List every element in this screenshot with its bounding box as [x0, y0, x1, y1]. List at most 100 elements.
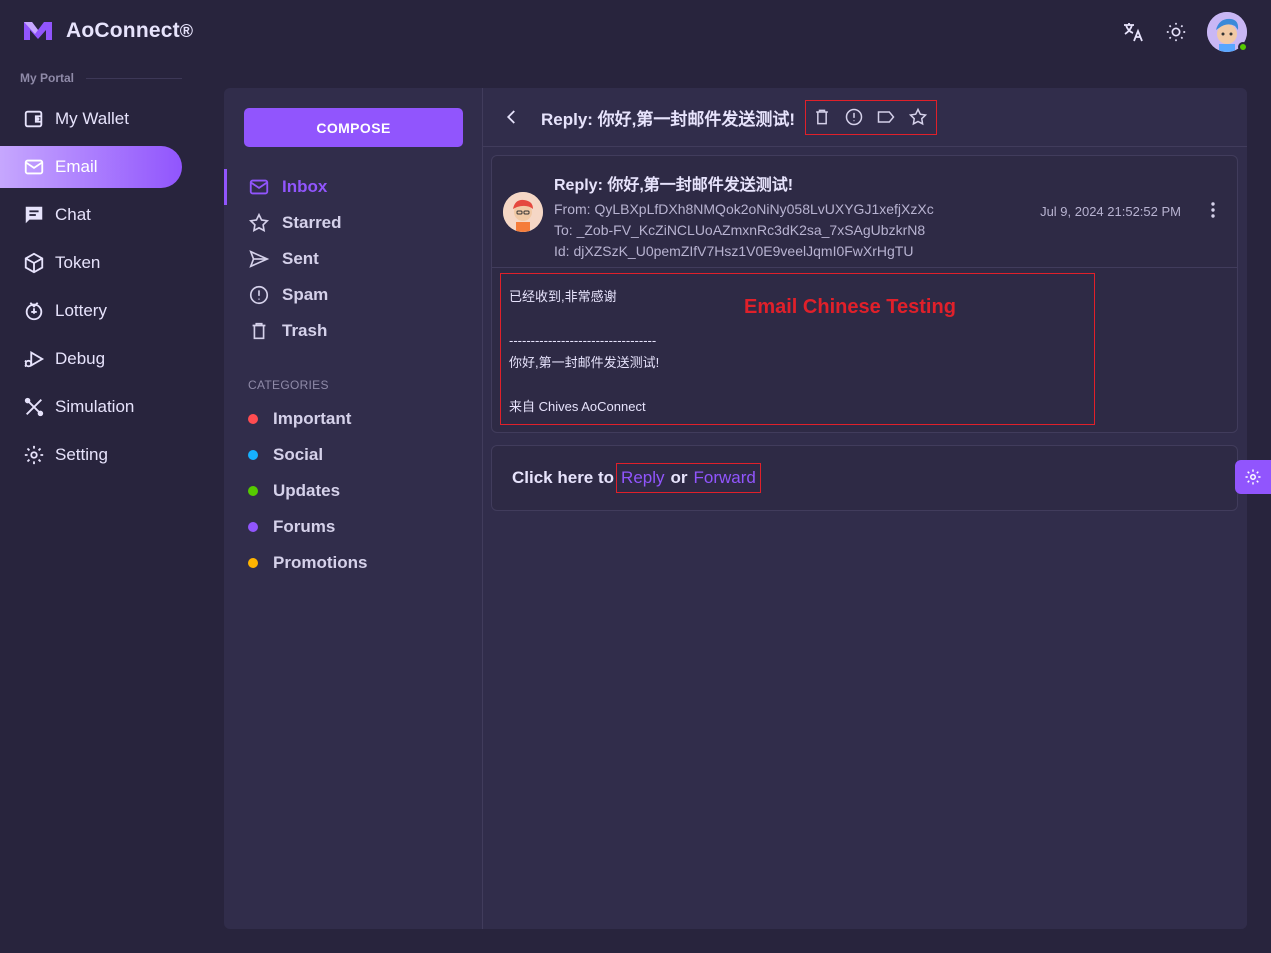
sidebar-item-email[interactable]: Email	[0, 146, 182, 188]
theme-toggle-icon[interactable]	[1165, 21, 1187, 43]
trash-icon	[248, 320, 270, 342]
forward-link[interactable]: Forward	[694, 468, 756, 488]
category-updates[interactable]: Updates	[224, 473, 482, 509]
category-dot	[248, 486, 258, 496]
category-label: Updates	[273, 481, 341, 500]
folder-starred[interactable]: Starred	[224, 205, 482, 241]
category-dot	[248, 522, 258, 532]
sidebar-item-chat[interactable]: Chat	[0, 194, 182, 236]
gear-icon	[1244, 468, 1262, 486]
folder-trash[interactable]: Trash	[224, 313, 482, 349]
star-icon	[248, 212, 270, 234]
brand[interactable]: AoConnect®	[22, 18, 193, 44]
folder-label: Trash	[282, 321, 328, 340]
category-label: Social	[273, 445, 324, 464]
category-forums[interactable]: Forums	[224, 509, 482, 545]
back-chevron-icon[interactable]	[503, 108, 521, 126]
email-header-subject: Reply: 你好,第一封邮件发送测试!	[541, 109, 796, 129]
logo-icon	[22, 18, 54, 44]
reply-link[interactable]: Reply	[621, 468, 664, 488]
user-avatar[interactable]	[1207, 12, 1248, 52]
sidebar-item-label: My Wallet	[55, 109, 129, 128]
gear-icon	[23, 444, 45, 466]
sidebar-item-label: Email	[55, 157, 98, 176]
folder-label: Spam	[282, 285, 329, 304]
label-tag-icon[interactable]	[876, 107, 896, 127]
sidebar-nav: My Wallet Email Chat Token Lottery Debug…	[0, 98, 182, 482]
email-body-signature: 来自 Chives AoConnect	[509, 399, 646, 414]
folder-inbox[interactable]: Inbox	[224, 169, 482, 205]
brand-name: AoConnect®	[66, 19, 194, 42]
categories-label: CATEGORIES	[248, 378, 329, 392]
section-label: My Portal	[20, 71, 182, 85]
email-date: Jul 9, 2024 21:52:52 PM	[1040, 204, 1181, 219]
category-promotions[interactable]: Promotions	[224, 545, 482, 581]
category-list: Important Social Updates Forums Promotio…	[224, 401, 482, 581]
folder-label: Starred	[282, 213, 342, 232]
translate-icon[interactable]	[1121, 20, 1145, 44]
sidebar-item-setting[interactable]: Setting	[0, 434, 182, 476]
email-from: From: QyLBXpLfDXh8NMQok2oNiNy058LvUXYGJ1…	[554, 201, 934, 217]
annotation-label: Email Chinese Testing	[744, 296, 956, 318]
folder-label: Inbox	[282, 177, 328, 196]
sender-avatar	[503, 192, 543, 232]
wallet-icon	[23, 108, 45, 130]
category-social[interactable]: Social	[224, 437, 482, 473]
token-icon	[23, 252, 45, 274]
email-id: Id: djXZSzK_U0pemZIfV7Hsz1V0E9veelJqmI0F…	[554, 243, 914, 259]
sidebar-item-token[interactable]: Token	[0, 242, 182, 284]
alert-circle-icon	[248, 284, 270, 306]
sidebar-item-lottery[interactable]: Lottery	[0, 290, 182, 332]
category-dot	[248, 414, 258, 424]
category-label: Important	[273, 409, 352, 428]
mail-icon	[248, 176, 270, 198]
email-message-card: Reply: 你好,第一封邮件发送测试! From: QyLBXpLfDXh8N…	[491, 155, 1238, 433]
category-important[interactable]: Important	[224, 401, 482, 437]
simulation-icon	[23, 396, 45, 418]
email-detail: Reply: 你好,第一封邮件发送测试! Reply: 你好,第一封邮件发送测试…	[483, 88, 1247, 929]
reply-prefix-text: Click here to	[512, 468, 615, 487]
compose-button[interactable]: COMPOSE	[244, 108, 463, 147]
debug-icon	[23, 348, 45, 370]
category-label: Promotions	[273, 553, 368, 572]
star-icon[interactable]	[908, 107, 928, 127]
folder-list: Inbox Starred Sent Spam Trash	[224, 169, 482, 349]
reply-forward-bar: Click here to Reply or Forward	[491, 445, 1238, 511]
category-dot	[248, 558, 258, 568]
topbar-actions	[1121, 12, 1248, 52]
email-to: To: _Zob-FV_KcZiNCLUoAZmxnRc3dK2sa_7xSAg…	[554, 222, 926, 238]
send-icon	[248, 248, 270, 270]
reply-links: Reply or Forward	[616, 463, 761, 493]
lottery-icon	[23, 300, 45, 322]
email-action-toolbar	[805, 99, 938, 135]
or-text: or	[670, 468, 688, 487]
email-meta: Reply: 你好,第一封邮件发送测试! From: QyLBXpLfDXh8N…	[554, 171, 934, 262]
folder-spam[interactable]: Spam	[224, 277, 482, 313]
email-subject: Reply: 你好,第一封邮件发送测试!	[554, 177, 794, 194]
email-app: COMPOSE Inbox Starred Sent Spam Trash CA…	[224, 88, 1247, 929]
sidebar-item-label: Simulation	[55, 397, 135, 416]
folder-label: Sent	[282, 249, 319, 268]
spam-alert-icon[interactable]	[844, 107, 864, 127]
customizer-toggle-button[interactable]	[1235, 460, 1271, 494]
sidebar-item-label: Debug	[55, 349, 106, 368]
email-message-header: Reply: 你好,第一封邮件发送测试! From: QyLBXpLfDXh8N…	[492, 156, 1237, 268]
category-label: Forums	[273, 517, 336, 536]
sidebar-item-label: Chat	[55, 205, 91, 224]
sidebar-item-my-wallet[interactable]: My Wallet	[0, 98, 182, 140]
email-body-line: 你好,第一封邮件发送测试!	[509, 355, 660, 370]
sidebar-item-simulation[interactable]: Simulation	[0, 386, 182, 428]
sidebar-item-label: Setting	[55, 445, 108, 464]
sidebar-item-label: Lottery	[55, 301, 107, 320]
folder-sent[interactable]: Sent	[224, 241, 482, 277]
mail-icon	[23, 156, 45, 178]
mail-sidebar: COMPOSE Inbox Starred Sent Spam Trash CA…	[224, 88, 483, 929]
email-body: 已经收到,非常感谢 ------------------------------…	[500, 273, 1095, 425]
category-dot	[248, 450, 258, 460]
delete-trash-icon[interactable]	[812, 107, 832, 127]
online-status-badge	[1238, 42, 1248, 52]
sidebar-item-label: Token	[55, 253, 101, 272]
more-vertical-icon[interactable]	[1211, 202, 1215, 218]
email-body-separator: ----------------------------------	[509, 333, 657, 348]
sidebar-item-debug[interactable]: Debug	[0, 338, 182, 380]
